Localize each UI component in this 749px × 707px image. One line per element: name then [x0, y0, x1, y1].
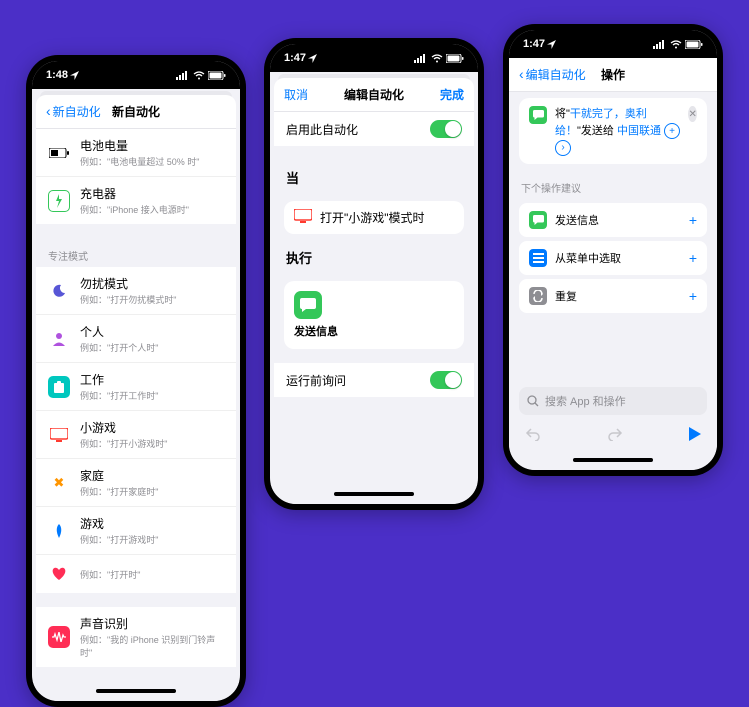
ask-toggle[interactable]: [430, 371, 462, 389]
suggestion-choose-menu[interactable]: 从菜单中选取 +: [519, 241, 707, 275]
row-work[interactable]: 工作例如："打开工作时": [36, 363, 236, 411]
focus-group: 勿扰模式例如："打开勿扰模式时" 个人例如："打开个人时" 工作例如："打开工作…: [36, 267, 236, 593]
run-button[interactable]: [689, 427, 701, 444]
back-button[interactable]: ‹编辑自动化: [519, 66, 586, 83]
home-indicator: [509, 450, 717, 470]
battery-icon: [446, 54, 464, 63]
status-time: 1:48: [46, 69, 68, 81]
redo-button[interactable]: [607, 427, 623, 444]
phone-new-automation: 1:48 ‹新自动化 新自动化 电池电量例如："电池电量超过 50% 时": [26, 55, 246, 707]
row-battery[interactable]: 电池电量例如："电池电量超过 50% 时": [36, 129, 236, 177]
messages-app-icon: [294, 291, 322, 319]
when-heading: 当: [274, 160, 474, 195]
notch: [91, 61, 181, 79]
status-time: 1:47: [284, 52, 306, 64]
nav-header: ‹新自动化 新自动化: [36, 95, 236, 129]
rocket-icon: [48, 520, 70, 542]
message-action-card[interactable]: 将"干就完了，奥利给！"发送给 中国联通 + › ✕: [519, 98, 707, 164]
toolbar: [509, 421, 717, 450]
display-icon: [294, 209, 312, 226]
ask-group: 运行前询问: [274, 363, 474, 397]
row-personal[interactable]: 个人例如："打开个人时": [36, 315, 236, 363]
recipient-token[interactable]: 中国联通: [617, 125, 661, 137]
row-charger[interactable]: 充电器例如："iPhone 接入电源时": [36, 177, 236, 224]
action-card[interactable]: 发送信息: [284, 281, 464, 349]
badge-icon: [48, 376, 70, 398]
display-icon: [48, 424, 70, 446]
plus-icon[interactable]: +: [689, 288, 697, 304]
battery-level-icon: [48, 142, 70, 164]
when-label: 打开"小游戏"模式时: [320, 209, 425, 226]
heart-icon: [48, 563, 70, 585]
message-text: 将"干就完了，奥利给！"发送给 中国联通 + ›: [555, 106, 680, 156]
wifi-icon: [193, 71, 205, 80]
wifi-icon: [431, 54, 443, 63]
wrench-icon: ✖︎: [48, 472, 70, 494]
section-label-focus: 专注模式: [36, 238, 236, 267]
home-indicator: [270, 484, 478, 504]
add-recipient-button[interactable]: +: [664, 123, 680, 139]
repeat-icon: [529, 287, 547, 305]
person-icon: [48, 328, 70, 350]
notch: [329, 44, 419, 62]
notch: [568, 30, 658, 48]
sound-group: 声音识别例如："我的 iPhone 识别到门铃声时": [36, 607, 236, 667]
nav-header: 取消 编辑自动化 完成: [274, 78, 474, 112]
messages-app-icon: [529, 106, 547, 124]
row-enable-automation: 启用此自动化: [274, 112, 474, 146]
enable-group: 启用此自动化: [274, 112, 474, 146]
suggestion-send-message[interactable]: 发送信息 +: [519, 203, 707, 237]
row-game[interactable]: 游戏例如："打开游戏时": [36, 507, 236, 555]
search-input[interactable]: 搜索 App 和操作: [519, 387, 707, 415]
row-dnd[interactable]: 勿扰模式例如："打开勿扰模式时": [36, 267, 236, 315]
charger-icon: [48, 190, 70, 212]
home-indicator: [32, 681, 240, 701]
do-heading: 执行: [274, 240, 474, 275]
location-icon: [547, 40, 556, 49]
row-heart[interactable]: 例如："打开时": [36, 555, 236, 593]
phone-actions: 1:47 ‹编辑自动化 操作 将"干就完了，奥利给！"发送给 中国联通: [503, 24, 723, 476]
wave-icon: [48, 626, 70, 648]
remove-action-button[interactable]: ✕: [688, 106, 697, 122]
suggestion-repeat[interactable]: 重复 +: [519, 279, 707, 313]
cancel-button[interactable]: 取消: [284, 86, 308, 103]
when-card[interactable]: 打开"小游戏"模式时: [284, 201, 464, 234]
undo-button[interactable]: [525, 427, 541, 444]
plus-icon[interactable]: +: [689, 250, 697, 266]
back-button[interactable]: ‹新自动化: [46, 103, 101, 120]
search-icon: [527, 395, 539, 407]
search-placeholder: 搜索 App 和操作: [545, 393, 626, 409]
row-ask-before-run: 运行前询问: [274, 363, 474, 397]
row-home[interactable]: ✖︎ 家庭例如："打开家庭时": [36, 459, 236, 507]
battery-icon: [208, 71, 226, 80]
done-button[interactable]: 完成: [440, 86, 464, 103]
moon-icon: [48, 280, 70, 302]
wifi-icon: [670, 40, 682, 49]
section-label-suggest: 下个操作建议: [509, 170, 717, 199]
row-sound-recognition[interactable]: 声音识别例如："我的 iPhone 识别到门铃声时": [36, 607, 236, 667]
phone-edit-automation: 1:47 取消 编辑自动化 完成 启用此自动化 当: [264, 38, 484, 510]
plus-icon[interactable]: +: [689, 212, 697, 228]
list-icon: [529, 249, 547, 267]
expand-button[interactable]: ›: [555, 140, 571, 156]
row-minigame[interactable]: 小游戏例如："打开小游戏时": [36, 411, 236, 459]
battery-icon: [685, 40, 703, 49]
location-icon: [308, 54, 317, 63]
settings-group: 电池电量例如："电池电量超过 50% 时" 充电器例如："iPhone 接入电源…: [36, 129, 236, 224]
enable-toggle[interactable]: [430, 120, 462, 138]
location-icon: [70, 71, 79, 80]
nav-header: ‹编辑自动化 操作: [509, 58, 717, 92]
status-time: 1:47: [523, 38, 545, 50]
action-label: 发送信息: [294, 323, 454, 339]
messages-app-icon: [529, 211, 547, 229]
